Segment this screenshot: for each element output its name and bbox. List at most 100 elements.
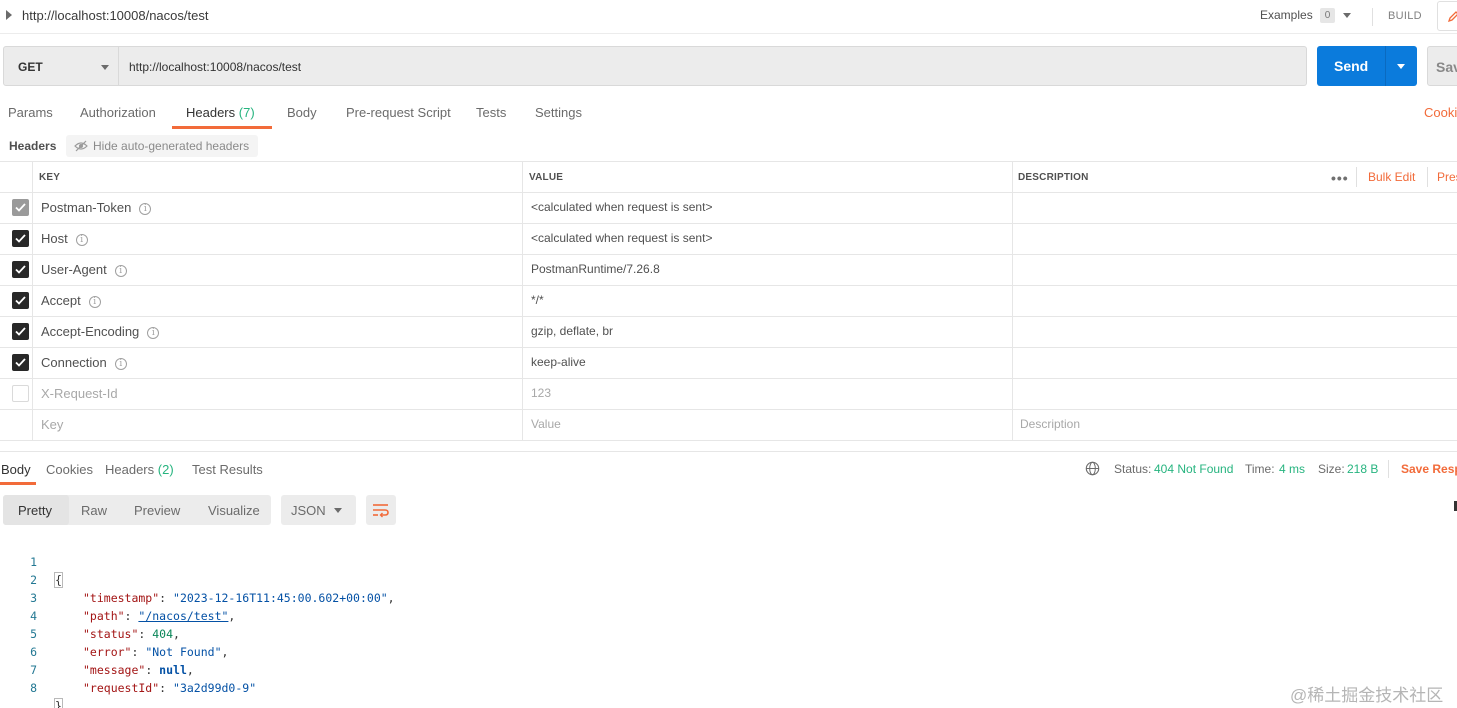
new-key-input[interactable]: Key xyxy=(41,417,63,432)
visualize-button[interactable]: Visualize xyxy=(208,503,260,518)
json-key: "requestId" xyxy=(83,681,160,695)
header-value-cell[interactable]: keep-alive xyxy=(531,355,586,369)
header-key-cell[interactable]: User-Agent i xyxy=(41,262,127,277)
tab-label: Body xyxy=(287,105,317,120)
more-options-icon[interactable]: ••• xyxy=(1331,170,1349,186)
tab-body[interactable]: Body xyxy=(287,105,317,120)
pencil-icon xyxy=(1448,11,1457,22)
response-tab-body[interactable]: Body xyxy=(1,462,31,477)
chevron-down-icon xyxy=(101,65,109,70)
send-label: Send xyxy=(1334,58,1369,74)
globe-icon[interactable] xyxy=(1085,461,1100,476)
table-row: User-Agent i PostmanRuntime/7.26.8 xyxy=(0,254,1457,285)
divider xyxy=(1388,460,1389,478)
header-value-cell[interactable]: <calculated when request is sent> xyxy=(531,231,712,245)
tab-pre-request-script[interactable]: Pre-request Script xyxy=(346,105,451,120)
header-key-cell[interactable]: Postman-Token i xyxy=(41,200,152,215)
header-value-cell[interactable]: <calculated when request is sent> xyxy=(531,200,712,214)
tab-params[interactable]: Params xyxy=(8,105,53,120)
size-value[interactable]: 218 B xyxy=(1347,462,1378,476)
header-value-cell[interactable]: 123 xyxy=(531,386,551,400)
tab-label: Headers xyxy=(105,462,155,477)
info-icon: i xyxy=(88,296,101,308)
bulk-edit-link[interactable]: Bulk Edit xyxy=(1368,170,1415,184)
examples-dropdown[interactable]: Examples xyxy=(1260,8,1313,22)
new-header-row: Key Value Description xyxy=(0,409,1457,440)
status-label: Status: xyxy=(1114,462,1152,476)
header-key-cell[interactable]: X-Request-Id xyxy=(41,386,118,401)
response-tab-headers[interactable]: Headers (2) xyxy=(105,462,174,477)
tab-label: Pre-request Script xyxy=(346,105,451,120)
status-value[interactable]: 404 Not Found xyxy=(1154,462,1233,476)
tab-headers[interactable]: Headers (7) xyxy=(186,105,255,120)
tab-authorization[interactable]: Authorization xyxy=(80,105,156,120)
method-label: GET xyxy=(18,60,43,74)
row-checkbox[interactable] xyxy=(12,292,29,309)
header-key-cell[interactable]: Accept i xyxy=(41,293,101,308)
presets-link[interactable]: Presets xyxy=(1437,170,1457,184)
code-line: 2 "timestamp": "2023-12-16T11:45:00.602+… xyxy=(0,553,800,605)
header-key-cell[interactable]: Host i xyxy=(41,231,88,246)
code-line: 8 } xyxy=(0,661,800,708)
row-checkbox[interactable] xyxy=(12,354,29,371)
divider xyxy=(0,451,1457,452)
row-checkbox[interactable] xyxy=(12,199,29,216)
raw-button[interactable]: Raw xyxy=(81,503,107,518)
brace: } xyxy=(54,698,63,708)
time-value[interactable]: 4 ms xyxy=(1279,462,1305,476)
row-checkbox[interactable] xyxy=(12,323,29,340)
save-response-button[interactable]: Save Response xyxy=(1401,462,1457,476)
new-description-input[interactable]: Description xyxy=(1020,417,1080,431)
format-label: JSON xyxy=(291,503,326,518)
save-button[interactable]: Save xyxy=(1427,46,1457,86)
format-select[interactable]: JSON xyxy=(281,495,356,525)
collapse-caret-icon[interactable] xyxy=(6,10,12,20)
pretty-button[interactable]: Pretty xyxy=(18,503,52,518)
response-tab-cookies[interactable]: Cookies xyxy=(46,462,93,477)
header-key-cell[interactable]: Accept-Encoding i xyxy=(41,324,160,339)
header-key: Connection xyxy=(41,355,107,370)
request-title[interactable]: http://localhost:10008/nacos/test xyxy=(22,8,208,23)
new-value-input[interactable]: Value xyxy=(531,417,561,431)
code-line: 4 "status": 404, xyxy=(0,589,800,641)
eye-off-icon xyxy=(74,140,88,152)
row-checkbox[interactable] xyxy=(12,230,29,247)
hide-auto-generated-headers-button[interactable]: Hide auto-generated headers xyxy=(66,135,258,157)
response-tab-test-results[interactable]: Test Results xyxy=(192,462,263,477)
json-value: "3a2d99d0-9" xyxy=(173,681,257,695)
header-value-cell[interactable]: gzip, deflate, br xyxy=(531,324,613,338)
edit-button[interactable] xyxy=(1437,1,1457,31)
header-key: Accept-Encoding xyxy=(41,324,140,339)
url-input[interactable]: http://localhost:10008/nacos/test xyxy=(119,46,1307,86)
header-value-cell[interactable]: */* xyxy=(531,293,544,307)
row-checkbox[interactable] xyxy=(12,261,29,278)
method-select[interactable]: GET xyxy=(3,46,119,86)
cookies-link[interactable]: Cookies xyxy=(1424,105,1457,120)
wrap-lines-button[interactable] xyxy=(366,495,396,525)
tab-label: Authorization xyxy=(80,105,156,120)
check-icon xyxy=(15,358,26,367)
row-checkbox[interactable] xyxy=(12,385,29,402)
code-line: 7 "requestId": "3a2d99d0-9" xyxy=(0,643,800,695)
code-line: 1 { xyxy=(0,535,800,588)
send-button[interactable]: Send xyxy=(1317,46,1417,86)
code-line: 5 "error": "Not Found", xyxy=(0,607,800,659)
tab-tests[interactable]: Tests xyxy=(476,105,506,120)
chevron-down-icon[interactable] xyxy=(1343,13,1351,18)
preview-button[interactable]: Preview xyxy=(134,503,180,518)
header-value-cell[interactable]: PostmanRuntime/7.26.8 xyxy=(531,262,660,276)
tab-settings[interactable]: Settings xyxy=(535,105,582,120)
column-header-description: DESCRIPTION xyxy=(1018,172,1089,183)
check-icon xyxy=(15,203,26,212)
build-mode-label[interactable]: BUILD xyxy=(1388,10,1422,22)
table-row: Connection i keep-alive xyxy=(0,347,1457,378)
header-key: Postman-Token xyxy=(41,200,132,215)
divider xyxy=(1356,167,1357,187)
code-line: 3 "path": "/nacos/test", xyxy=(0,571,800,623)
header-key-cell[interactable]: Connection i xyxy=(41,355,127,370)
table-row: Accept-Encoding i gzip, deflate, br xyxy=(0,316,1457,347)
size-label: Size: xyxy=(1318,462,1345,476)
send-options-chevron-icon[interactable] xyxy=(1397,64,1405,69)
table-row: X-Request-Id 123 xyxy=(0,378,1457,409)
tab-label: Headers xyxy=(186,105,236,120)
